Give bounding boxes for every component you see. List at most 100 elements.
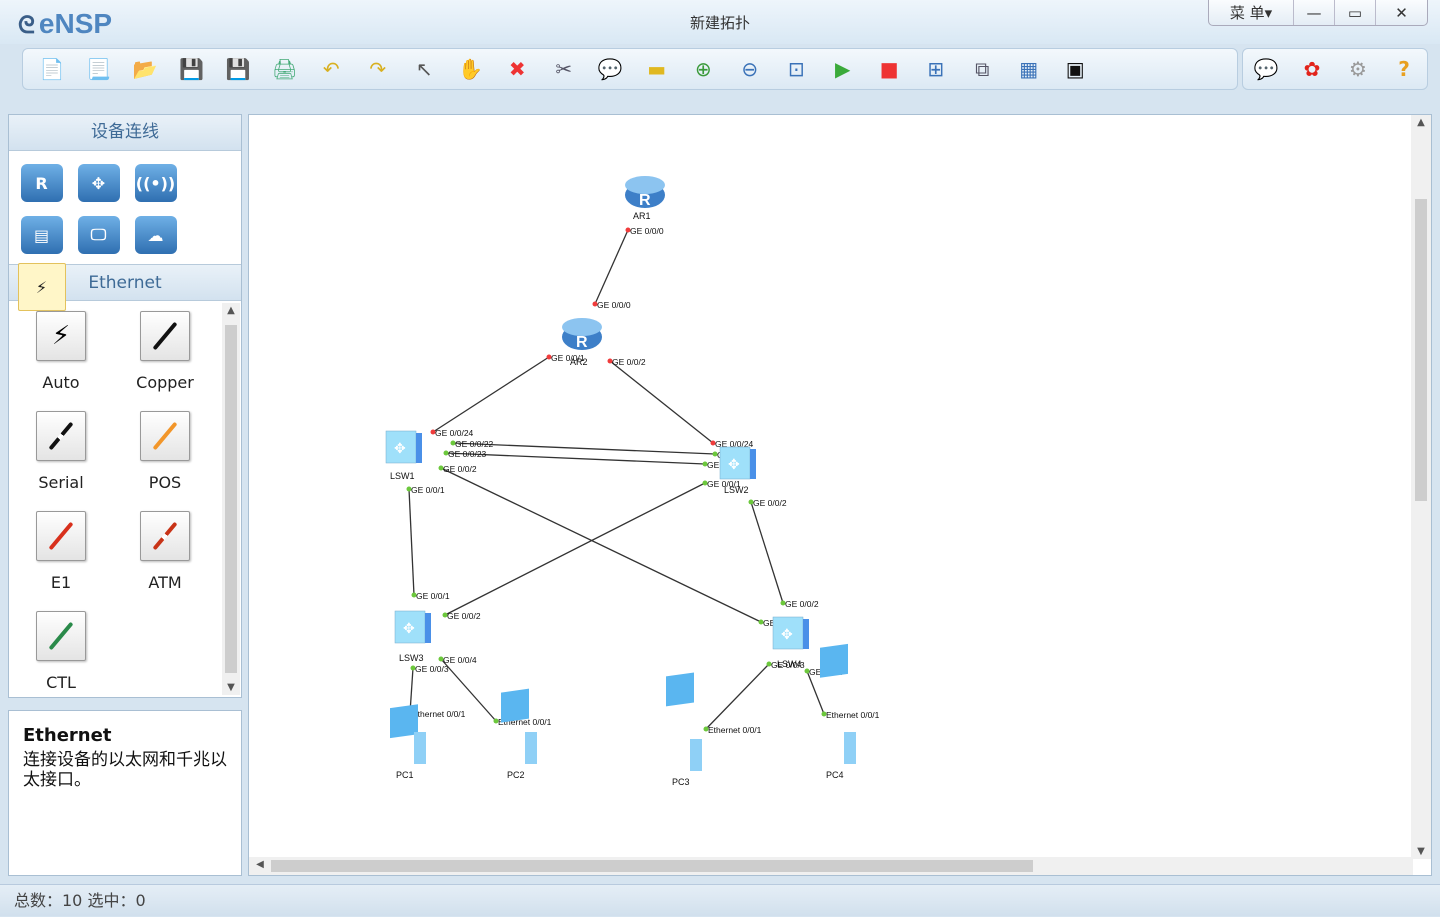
- maximize-button[interactable]: ▭: [1334, 0, 1375, 25]
- category-firewall[interactable]: ▤: [13, 209, 70, 261]
- category-cloud[interactable]: ☁: [127, 209, 184, 261]
- zoom-out-button[interactable]: ⊖: [727, 52, 774, 86]
- capture-button[interactable]: ⊞: [913, 52, 960, 86]
- cable-serial[interactable]: Serial: [9, 403, 113, 503]
- link-LSW1-LSW2[interactable]: GE 0/0/23GE 0/0/23: [443, 449, 746, 470]
- topology-tree-button[interactable]: ⧉: [959, 52, 1006, 86]
- link-line[interactable]: [594, 229, 629, 305]
- cable-pos[interactable]: POS: [113, 403, 217, 503]
- text-note-button[interactable]: 💬: [587, 52, 634, 86]
- device-lsw3[interactable]: ✥ LSW3: [394, 610, 431, 663]
- device-label: AR2: [570, 357, 588, 367]
- link-LSW2-LSW3[interactable]: GE 0/0/1GE 0/0/2: [442, 479, 741, 621]
- scroll-down-icon[interactable]: ▼: [222, 682, 240, 693]
- minimize-button[interactable]: —: [1293, 0, 1334, 25]
- cable-ctl[interactable]: CTL: [9, 603, 113, 703]
- canvas-vertical-scrollbar[interactable]: ▲ ▼: [1411, 115, 1431, 859]
- select-pointer-button[interactable]: ↖: [401, 52, 448, 86]
- topology-canvas[interactable]: GE 0/0/0 GE 0/0/0 GE 0/0/1 GE 0/0/24 GE 0/0/…: [248, 114, 1432, 876]
- new-template-icon: 📃: [86, 57, 112, 81]
- link-line[interactable]: [408, 488, 415, 596]
- save-as-button[interactable]: 💾: [215, 52, 262, 86]
- pc-icon: [666, 672, 694, 707]
- canvas-horizontal-scrollbar[interactable]: ◀: [249, 857, 1413, 875]
- device-ar1[interactable]: R AR1: [625, 176, 665, 221]
- link-AR2-LSW1[interactable]: GE 0/0/1GE 0/0/24: [430, 353, 585, 438]
- cable-auto[interactable]: ⚡ Auto: [9, 303, 113, 403]
- redo-button[interactable]: ↷: [355, 52, 402, 86]
- category-terminal[interactable]: 🖵: [70, 209, 127, 261]
- scroll-thumb[interactable]: [225, 325, 237, 673]
- device-lsw1[interactable]: ✥ LSW1: [385, 430, 422, 481]
- huawei-button[interactable]: ✿: [1289, 52, 1335, 86]
- cable-label: E1: [50, 573, 72, 592]
- category-router[interactable]: R: [13, 157, 70, 209]
- scroll-thumb[interactable]: [1415, 199, 1427, 501]
- link-line[interactable]: [444, 482, 706, 616]
- rectangle-button[interactable]: ▬: [634, 52, 681, 86]
- device-categories: R ✥ ((•)) ▤ 🖵 ☁ ⚡: [9, 151, 241, 311]
- cable-atm[interactable]: ATM: [113, 503, 217, 603]
- scroll-up-icon[interactable]: ▲: [1411, 117, 1431, 128]
- cable-copper[interactable]: Copper: [113, 303, 217, 403]
- link-LSW1-LSW3[interactable]: GE 0/0/1 GE 0/0/1: [406, 485, 450, 601]
- stop-device-button[interactable]: ■: [866, 52, 913, 86]
- link-LSW4-PC4[interactable]: GE 0/0/4Ethernet 0/0/1: [804, 667, 880, 720]
- port-label: GE 0/0/24: [435, 428, 474, 438]
- link-line[interactable]: [440, 467, 762, 623]
- zoom-in-button[interactable]: ⊕: [680, 52, 727, 86]
- link-line[interactable]: [705, 663, 770, 730]
- cable-list-scrollbar[interactable]: ▲ ▼: [222, 303, 240, 695]
- terminal-icon: 🖵: [77, 216, 120, 254]
- category-wireless[interactable]: ((•)): [127, 157, 184, 209]
- chat-button[interactable]: 💬: [1243, 52, 1289, 86]
- open-button[interactable]: 📂: [122, 52, 169, 86]
- close-button[interactable]: ✕: [1375, 0, 1427, 25]
- settings-gear-button[interactable]: ⚙: [1335, 52, 1381, 86]
- link-line[interactable]: [609, 360, 714, 444]
- delete-link-icon: ✂: [555, 57, 573, 81]
- scroll-left-icon[interactable]: ◀: [251, 859, 269, 870]
- settings-gear-icon: ⚙: [1349, 57, 1367, 81]
- scroll-down-icon[interactable]: ▼: [1411, 846, 1431, 857]
- redo-icon: ↷: [369, 57, 387, 81]
- hand-pan-button[interactable]: ✋: [448, 52, 495, 86]
- scroll-up-icon[interactable]: ▲: [222, 305, 240, 316]
- new-topology-button[interactable]: 📄: [29, 52, 76, 86]
- fit-view-button[interactable]: ⊡: [773, 52, 820, 86]
- port-label: GE 0/0/2: [443, 464, 477, 474]
- link-LSW4-PC3[interactable]: GE 0/0/3Ethernet 0/0/1: [703, 660, 805, 735]
- grid-button[interactable]: ▦: [1006, 52, 1053, 86]
- topology-svg[interactable]: GE 0/0/0GE 0/0/0GE 0/0/1GE 0/0/24GE 0/0/…: [249, 115, 1413, 859]
- link-line[interactable]: [432, 356, 550, 433]
- link-AR2-LSW2[interactable]: GE 0/0/2GE 0/0/24: [607, 357, 754, 449]
- help-button[interactable]: ?: [1381, 52, 1427, 86]
- undo-button[interactable]: ↶: [308, 52, 355, 86]
- link-LSW2-LSW4[interactable]: GE 0/0/2 GE 0/0/2: [748, 498, 819, 609]
- delete-button[interactable]: ✖: [494, 52, 541, 86]
- device-label: PC4: [826, 770, 844, 780]
- device-pc2[interactable]: PC2: [501, 688, 537, 780]
- category-switch[interactable]: ✥: [70, 157, 127, 209]
- port-label: GE 0/0/2: [612, 357, 646, 367]
- device-pc3[interactable]: PC3: [666, 672, 702, 787]
- save-button[interactable]: 💾: [169, 52, 216, 86]
- link-AR1-AR2[interactable]: GE 0/0/0 GE 0/0/0: [592, 226, 664, 310]
- terminal-button[interactable]: ▣: [1052, 52, 1099, 86]
- menu-button[interactable]: 菜 单▾: [1209, 0, 1293, 25]
- cable-label: Serial: [38, 473, 84, 492]
- scroll-thumb[interactable]: [271, 860, 1033, 872]
- device-label: PC1: [396, 770, 414, 780]
- device-lsw2[interactable]: ✥ LSW2: [719, 446, 756, 495]
- link-line[interactable]: [750, 501, 784, 604]
- new-template-button[interactable]: 📃: [76, 52, 123, 86]
- link-LSW1-LSW2[interactable]: GE 0/0/22GE 0/0/22: [450, 439, 756, 460]
- e1-cable-icon: [36, 511, 86, 561]
- main-toolbar: 📄 📃 📂 💾 💾 🖨 ↶ ↷ ↖ ✋ ✖ ✂ 💬 ▬ ⊕ ⊖ ⊡ ▶ ■ ⊞ ⧉ ▦ ▣: [22, 48, 1238, 90]
- cable-e1[interactable]: E1: [9, 503, 113, 603]
- start-device-button[interactable]: ▶: [820, 52, 867, 86]
- delete-link-button[interactable]: ✂: [541, 52, 588, 86]
- port-label: GE 0/0/0: [597, 300, 631, 310]
- print-button[interactable]: 🖨: [262, 52, 309, 86]
- pc-icon: [390, 704, 418, 739]
